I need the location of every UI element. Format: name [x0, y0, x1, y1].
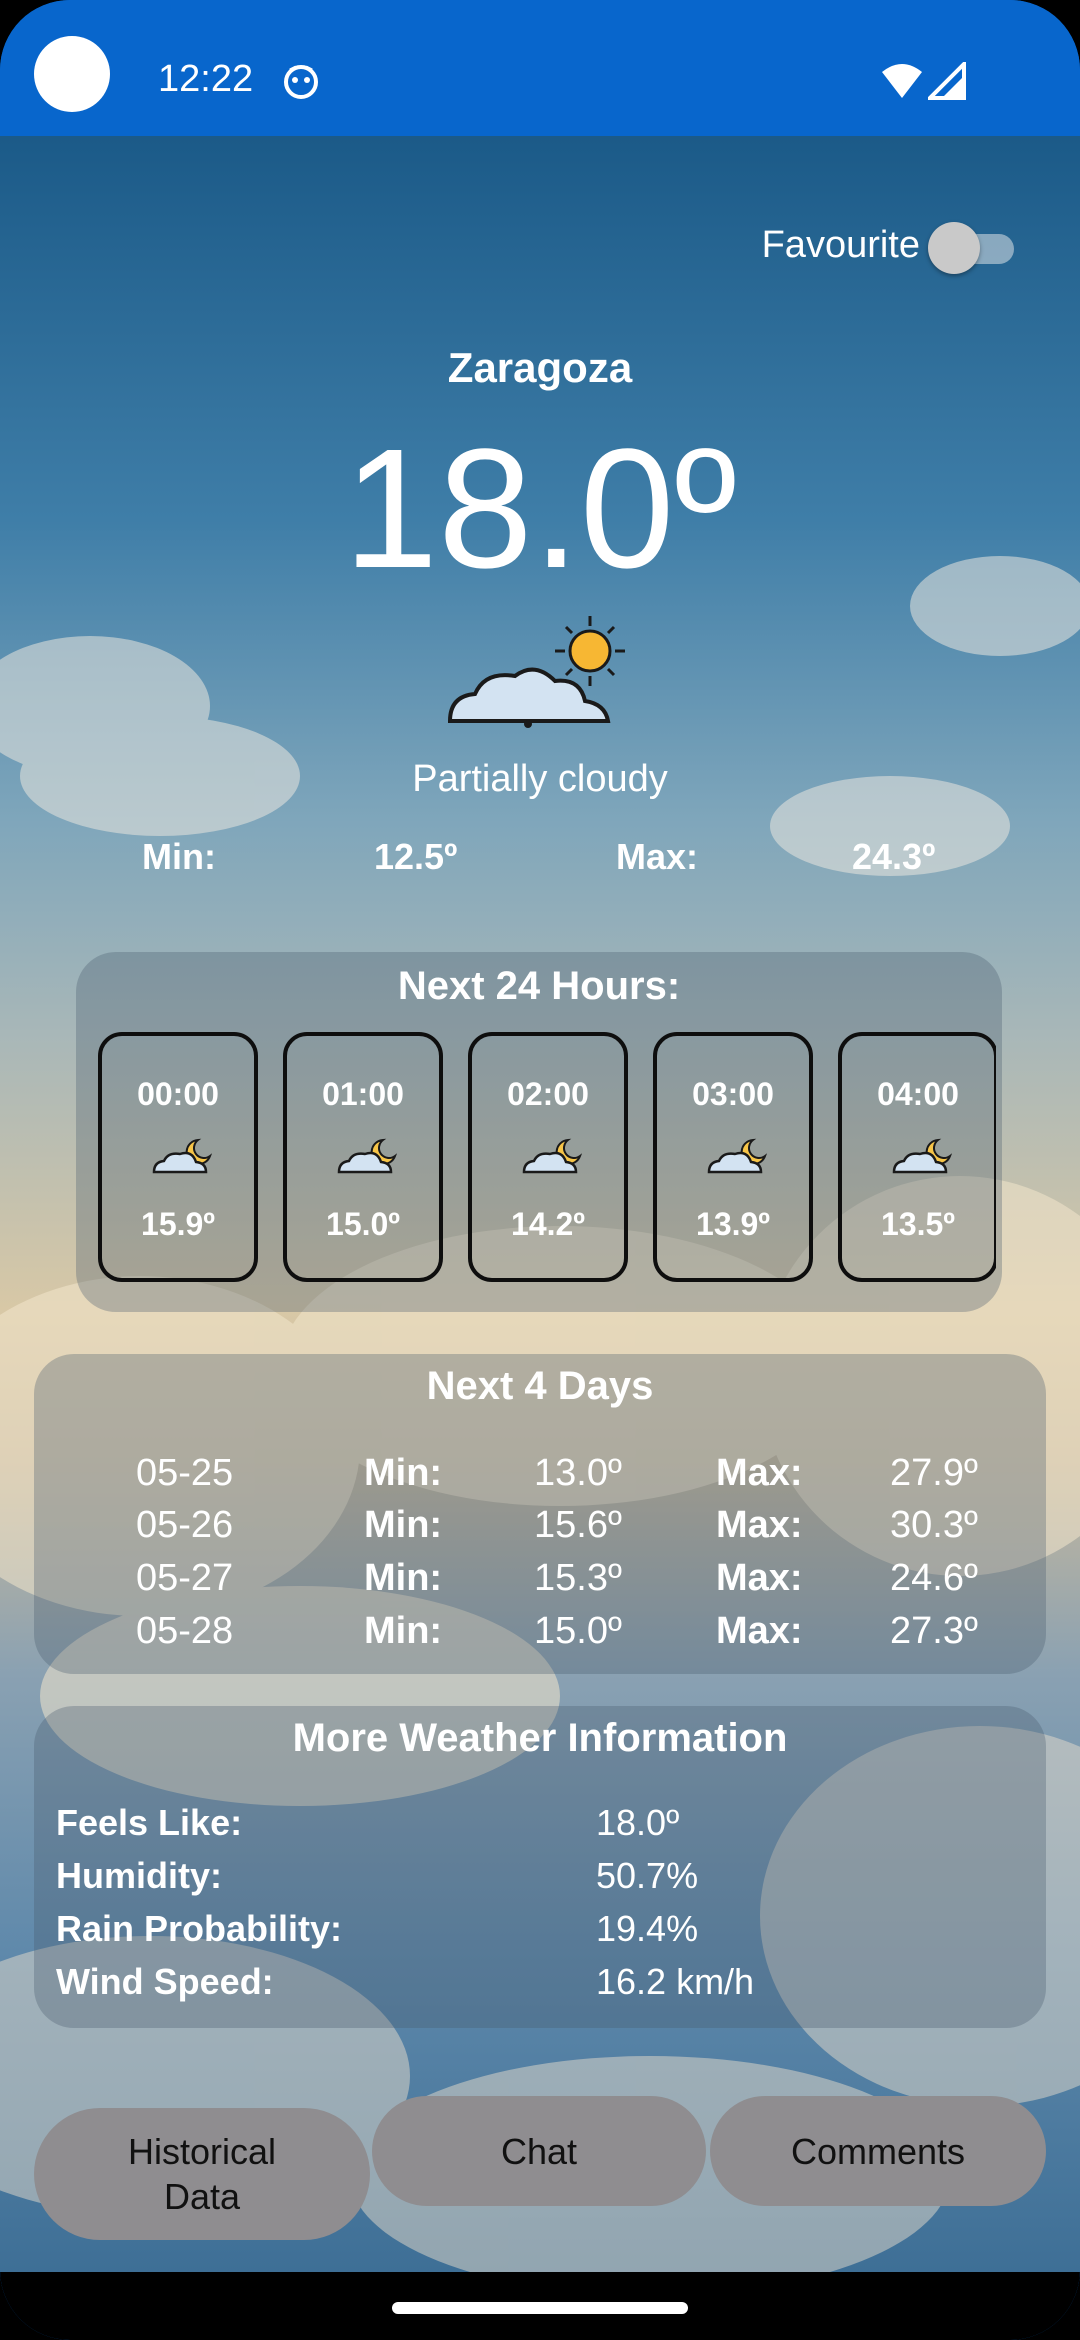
- day-row: 05-25 Min: 13.0º Max: 27.9º: [0, 1452, 1080, 1500]
- day-min-value: 15.6º: [534, 1504, 622, 1546]
- info-row: Rain Probability: 19.4%: [0, 1908, 1080, 1956]
- historical-data-button[interactable]: Historical Data: [34, 2108, 370, 2240]
- info-value: 18.0º: [596, 1802, 680, 1843]
- day-min-label: Min:: [364, 1452, 443, 1494]
- day-max-label: Max:: [716, 1557, 803, 1599]
- hour-time: 01:00: [322, 1076, 404, 1112]
- hour-temp: 13.5º: [881, 1206, 955, 1242]
- info-label: Feels Like:: [56, 1802, 243, 1843]
- hour-card: 01:00 15.0º: [283, 1032, 443, 1282]
- info-value: 16.2 km/h: [596, 1961, 755, 2002]
- status-bar: 12:22: [0, 0, 1080, 136]
- day-min-value: 15.3º: [534, 1557, 622, 1599]
- hour-card: 03:00 13.9º: [653, 1032, 813, 1282]
- hour-card: 00:00 15.9º: [98, 1032, 258, 1282]
- hour-temp: 15.0º: [326, 1206, 400, 1242]
- hour-temp: 14.2º: [511, 1206, 585, 1242]
- day-date: 05-28: [136, 1610, 234, 1652]
- day-date: 05-25: [136, 1452, 234, 1494]
- day-min-label: Min:: [364, 1557, 443, 1599]
- hourly-scroller[interactable]: 00:00 15.9º 01:00 15.0º 02:00 14.2º 03:0…: [96, 136, 996, 1336]
- hour-time: 03:00: [692, 1076, 774, 1112]
- wifi-icon: [882, 64, 922, 98]
- day-row: 05-27 Min: 15.3º Max: 24.6º: [0, 1557, 1080, 1605]
- info-label: Wind Speed:: [56, 1961, 274, 2002]
- hour-card: 02:00 14.2º: [468, 1032, 628, 1282]
- day-min-label: Min:: [364, 1610, 443, 1652]
- info-label: Humidity:: [56, 1855, 222, 1896]
- day-max-label: Max:: [716, 1610, 803, 1652]
- comments-button[interactable]: Comments: [710, 2096, 1046, 2206]
- day-max-value: 27.3º: [890, 1610, 978, 1652]
- cloud-moon-icon: [707, 1138, 768, 1174]
- hour-time: 00:00: [137, 1076, 219, 1112]
- more-info-title: More Weather Information: [292, 1716, 788, 1760]
- phone-screen: 12:22 Favourite Zaragoza 18.0º Partially…: [0, 0, 1080, 2340]
- cloud-moon-icon: [152, 1138, 213, 1174]
- info-value: 19.4%: [596, 1908, 699, 1949]
- status-time: 12:22: [158, 58, 254, 100]
- info-label: Rain Probability:: [56, 1908, 343, 1949]
- hour-card: 04:00 13.5º: [838, 1032, 996, 1282]
- historical-label-line2: Data: [163, 2176, 241, 2217]
- hour-temp: 13.9º: [696, 1206, 770, 1242]
- cloud-moon-icon: [522, 1138, 583, 1174]
- info-row: Humidity: 50.7%: [0, 1855, 1080, 1903]
- historical-label-line1: Historical: [127, 2131, 277, 2172]
- info-value: 50.7%: [596, 1855, 699, 1896]
- camera-dot: [34, 36, 110, 112]
- daily-title: Next 4 Days: [426, 1364, 654, 1408]
- day-min-value: 15.0º: [534, 1610, 622, 1652]
- hour-temp: 15.9º: [141, 1206, 215, 1242]
- day-min-value: 13.0º: [534, 1452, 622, 1494]
- info-row: Feels Like: 18.0º: [0, 1802, 1080, 1850]
- cloud-moon-icon: [892, 1138, 953, 1174]
- cloud-moon-icon: [337, 1138, 398, 1174]
- comments-label: Comments: [790, 2130, 966, 2172]
- day-date: 05-26: [136, 1504, 234, 1546]
- day-row: 05-28 Min: 15.0º Max: 27.3º: [0, 1610, 1080, 1658]
- app-notification-icon: [284, 65, 318, 99]
- day-max-value: 30.3º: [890, 1504, 978, 1546]
- day-date: 05-27: [136, 1557, 234, 1599]
- hour-time: 02:00: [507, 1076, 589, 1112]
- info-row: Wind Speed: 16.2 km/h: [0, 1961, 1080, 2009]
- day-max-value: 24.6º: [890, 1557, 978, 1599]
- chat-label: Chat: [500, 2130, 578, 2172]
- weather-content[interactable]: Favourite Zaragoza 18.0º Partially cloud…: [0, 136, 1080, 2272]
- day-row: 05-26 Min: 15.6º Max: 30.3º: [0, 1504, 1080, 1552]
- chat-button[interactable]: Chat: [372, 2096, 706, 2206]
- day-max-label: Max:: [716, 1452, 803, 1494]
- day-max-value: 27.9º: [890, 1452, 978, 1494]
- signal-icon: [928, 62, 966, 100]
- day-max-label: Max:: [716, 1504, 803, 1546]
- home-indicator[interactable]: [392, 2302, 688, 2314]
- day-min-label: Min:: [364, 1504, 443, 1546]
- hour-time: 04:00: [877, 1076, 959, 1112]
